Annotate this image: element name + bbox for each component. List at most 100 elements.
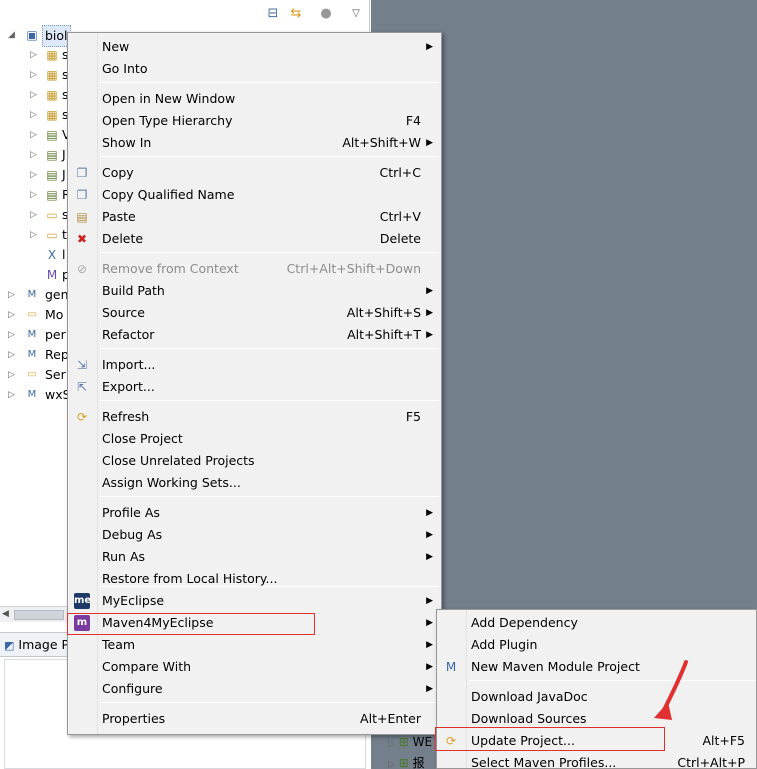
collapsed-twisty-icon[interactable]: ▷: [30, 225, 40, 245]
collapsed-twisty-icon[interactable]: ▷: [30, 85, 40, 105]
submenu-arrow-icon: ▶: [426, 330, 433, 340]
menu-item-label: Open Type Hierarchy: [102, 113, 233, 128]
menu-item-copy[interactable]: ❐ Copy Ctrl+C: [68, 162, 441, 184]
menu-item-assign-working-sets[interactable]: Assign Working Sets...: [68, 472, 441, 494]
menu-item-build-path[interactable]: Build Path ▶: [68, 280, 441, 302]
menu-item-open-in-new-window[interactable]: Open in New Window: [68, 88, 441, 110]
tree-project-row[interactable]: ▷ M Rep: [8, 345, 69, 365]
submenu-item-add-dependency[interactable]: Add Dependency: [437, 612, 757, 634]
collapsed-twisty-icon[interactable]: ▷: [30, 125, 40, 145]
menu-item-debug-as[interactable]: Debug As ▶: [68, 524, 441, 546]
scroll-left-icon[interactable]: ◀: [2, 609, 9, 619]
tree-item[interactable]: ▷ ▦ s: [30, 85, 70, 105]
menu-item-close-project[interactable]: Close Project: [68, 428, 441, 450]
folder-icon: ▭: [46, 208, 58, 222]
scrollbar-thumb[interactable]: [14, 610, 64, 620]
menu-item-new[interactable]: New ▶: [68, 36, 441, 58]
menu-item-label: New: [102, 39, 130, 54]
tree-project-row[interactable]: ▷ Mgen: [8, 285, 69, 305]
menu-item-delete[interactable]: ✖ Delete Delete: [68, 228, 441, 250]
collapsed-twisty-icon[interactable]: ▷: [30, 205, 40, 225]
collapsed-twisty-icon[interactable]: ▷: [30, 185, 40, 205]
collapsed-twisty-icon[interactable]: ▷: [8, 345, 18, 365]
collapsed-twisty-icon[interactable]: ▷: [8, 305, 18, 325]
view-menu-icon[interactable]: ▽: [348, 6, 364, 22]
tree-item[interactable]: ▷ ▤ J: [30, 145, 70, 165]
submenu-item-select-maven-profiles[interactable]: Select Maven Profiles... Ctrl+Alt+P: [437, 752, 757, 769]
menu-item-go-into[interactable]: Go Into: [68, 58, 441, 80]
menu-item-profile-as[interactable]: Profile As ▶: [68, 502, 441, 524]
menu-separator: [100, 496, 439, 497]
submenu-arrow-icon: ▶: [426, 640, 433, 650]
maven-project-icon: ▣: [26, 28, 38, 42]
focus-task-icon[interactable]: ●: [318, 6, 334, 22]
menu-item-source[interactable]: Source Alt+Shift+S ▶: [68, 302, 441, 324]
menu-item-label: Delete: [102, 231, 144, 246]
menu-item-team[interactable]: Team ▶: [68, 634, 441, 656]
menu-item-copy-qualified-name[interactable]: ❐ Copy Qualified Name: [68, 184, 441, 206]
menu-item-configure[interactable]: Configure ▶: [68, 678, 441, 700]
menu-item-properties[interactable]: Properties Alt+Enter: [68, 708, 441, 730]
menu-item-compare-with[interactable]: Compare With ▶: [68, 656, 441, 678]
menu-item-refresh[interactable]: ⟳ Refresh F5: [68, 406, 441, 428]
menu-item-label: MyEclipse: [102, 593, 165, 608]
collapsed-twisty-icon[interactable]: ▷: [30, 165, 40, 185]
menu-item-shortcut: Ctrl+Alt+P: [677, 755, 745, 769]
menu-item-refactor[interactable]: Refactor Alt+Shift+T ▶: [68, 324, 441, 346]
tree-item[interactable]: ▷ ▦ s: [30, 45, 70, 65]
menu-item-remove-from-context[interactable]: ⊘ Remove from Context Ctrl+Alt+Shift+Down: [68, 258, 441, 280]
tree-item[interactable]: Mp: [30, 265, 70, 285]
submenu-item-new-maven-module-project[interactable]: M New Maven Module Project: [437, 656, 757, 678]
menu-item-label: Refactor: [102, 327, 155, 342]
tree-project-row[interactable]: ▷ MwxS: [8, 385, 71, 405]
menu-item-open-type-hierarchy[interactable]: Open Type Hierarchy F4: [68, 110, 441, 132]
tree-item[interactable]: Xl: [30, 245, 70, 265]
submenu-arrow-icon: ▶: [426, 308, 433, 318]
menu-item-export[interactable]: ⇱ Export...: [68, 376, 441, 398]
collapsed-twisty-icon[interactable]: ▷: [8, 365, 18, 385]
link-with-editor-icon[interactable]: ⇆: [288, 6, 304, 22]
menu-item-label: Compare With: [102, 659, 192, 674]
tree-item[interactable]: ▷▤V: [30, 125, 71, 145]
tree-item[interactable]: ▷ ▤ J: [30, 165, 70, 185]
collapsed-twisty-icon[interactable]: ▷: [30, 65, 40, 85]
tree-item-label: J: [62, 147, 66, 162]
project-label: gen: [45, 287, 69, 302]
copy-icon: ❐: [76, 166, 88, 180]
submenu-arrow-icon: ▶: [426, 530, 433, 540]
refresh-icon: ⟳: [76, 410, 88, 424]
tree-project-row[interactable]: ▷ Mper: [8, 325, 68, 345]
tree-project-row[interactable]: ▷ ▭ Ser: [8, 365, 68, 385]
menu-item-paste[interactable]: ▤ Paste Ctrl+V: [68, 206, 441, 228]
collapsed-twisty-icon[interactable]: ▷: [8, 325, 18, 345]
tree-item[interactable]: ▷ ▦ s: [30, 105, 70, 125]
collapsed-twisty-icon[interactable]: ▷: [8, 385, 18, 405]
submenu-item-add-plugin[interactable]: Add Plugin: [437, 634, 757, 656]
copy-qualified-name-icon: ❐: [76, 188, 88, 202]
tree-project-row[interactable]: ▷ ▭ Mo: [8, 305, 68, 325]
menu-item-import[interactable]: ⇲ Import...: [68, 354, 441, 376]
collapsed-twisty-icon[interactable]: ▷: [30, 145, 40, 165]
bg-tree-fragment-2: ▷ ⊞ 报: [388, 756, 425, 769]
submenu-item-download-javadoc[interactable]: Download JavaDoc: [437, 686, 757, 708]
menu-item-myeclipse[interactable]: me MyEclipse ▶: [68, 590, 441, 612]
tree-item[interactable]: ▷ ▭ s: [30, 205, 70, 225]
menu-item-show-in[interactable]: Show In Alt+Shift+W ▶: [68, 132, 441, 154]
submenu-arrow-icon: ▶: [426, 286, 433, 296]
menu-item-run-as[interactable]: Run As ▶: [68, 546, 441, 568]
collapse-all-icon[interactable]: ⊟: [265, 6, 281, 22]
collapsed-twisty-icon[interactable]: ▷: [8, 285, 18, 305]
menu-item-shortcut: Delete: [379, 231, 421, 246]
menu-item-label: Paste: [102, 209, 136, 224]
menu-item-label: Refresh: [102, 409, 150, 424]
tree-item[interactable]: ▷ ▦ s: [30, 65, 70, 85]
collapsed-twisty-icon[interactable]: ▷: [30, 45, 40, 65]
library-icon: ▤: [46, 188, 58, 202]
collapsed-twisty-icon[interactable]: ▷: [30, 105, 40, 125]
tree-item[interactable]: ▷▤R: [30, 185, 71, 205]
menu-item-close-unrelated-projects[interactable]: Close Unrelated Projects: [68, 450, 441, 472]
menu-separator: [100, 702, 439, 703]
tree-item[interactable]: ▷ ▭ t: [30, 225, 70, 245]
menu-item-shortcut: Ctrl+V: [379, 209, 421, 224]
expanded-twisty-icon[interactable]: ◢: [8, 25, 18, 45]
